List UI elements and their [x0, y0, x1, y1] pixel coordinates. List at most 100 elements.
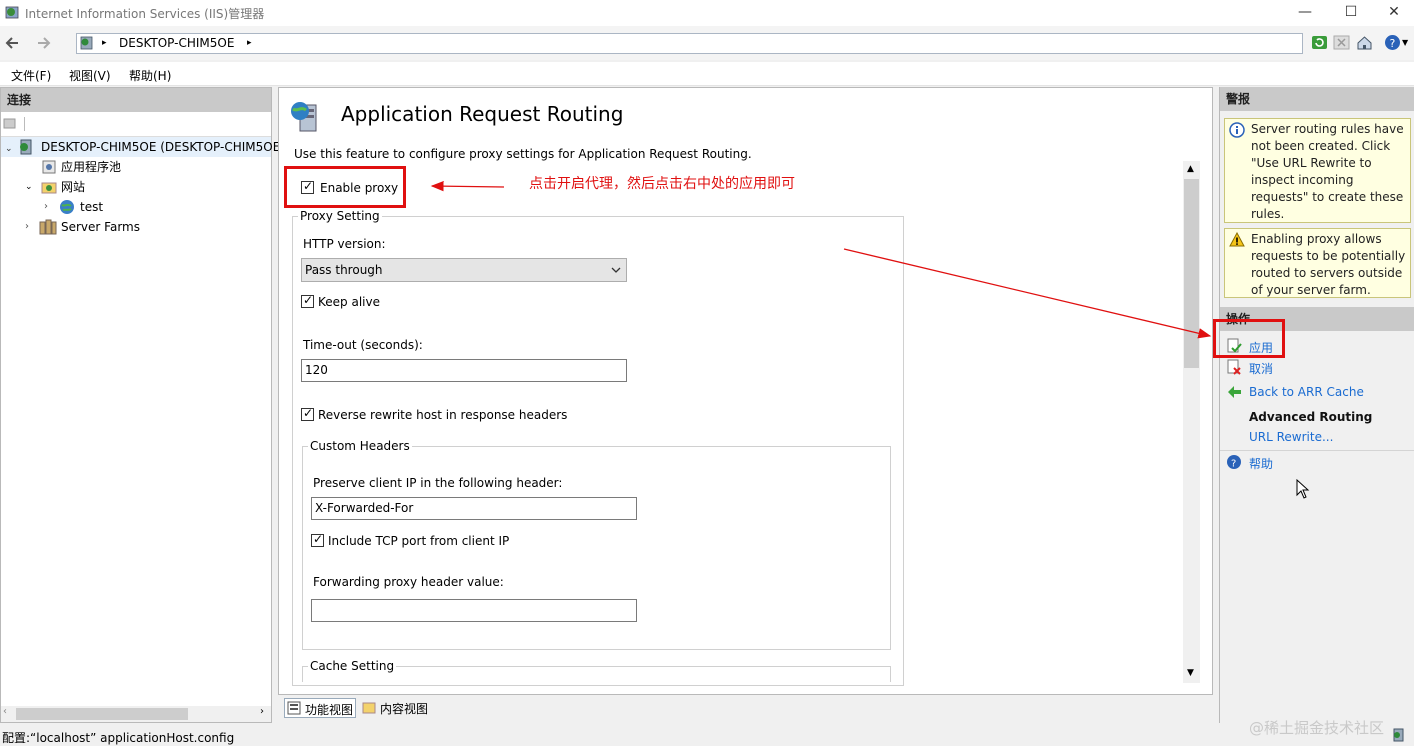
http-version-label: HTTP version: [303, 237, 386, 251]
stop-icon[interactable] [1333, 34, 1350, 51]
help-action[interactable]: 帮助 [1249, 455, 1273, 472]
timeout-input[interactable]: 120 [301, 359, 627, 382]
back-to-arr-cache-action[interactable]: Back to ARR Cache [1249, 385, 1364, 399]
help-icon[interactable]: ? [1226, 454, 1242, 470]
reverse-rewrite-label[interactable]: Reverse rewrite host in response headers [318, 408, 567, 422]
content-view-icon [362, 702, 376, 714]
cancel-action[interactable]: 取消 [1249, 360, 1273, 377]
back-button[interactable] [2, 32, 24, 54]
forwarding-header-label: Forwarding proxy header value: [313, 575, 504, 589]
expand-icon[interactable]: › [44, 197, 48, 217]
sites-folder-icon [41, 182, 57, 194]
tree-item-server[interactable]: ⌄ DESKTOP-CHIM5OE (DESKTOP-CHIM5OE\ [1, 137, 284, 157]
advanced-routing-heading: Advanced Routing [1249, 410, 1373, 424]
svg-text:?: ? [1390, 37, 1396, 50]
back-arrow-green-icon[interactable] [1226, 384, 1242, 400]
info-icon [1229, 122, 1245, 138]
menu-bar [0, 62, 1414, 86]
scroll-left-icon[interactable]: ‹ [3, 706, 7, 717]
menu-help[interactable]: 帮助(H) [129, 67, 171, 84]
breadcrumb-separator: ▸ [102, 38, 107, 48]
tree-item-label: 网站 [61, 180, 86, 194]
watermark: @稀土掘金技术社区 [1249, 719, 1385, 737]
server-icon [20, 139, 32, 155]
connections-tree: ⌄ DESKTOP-CHIM5OE (DESKTOP-CHIM5OE\ 应用程序… [1, 137, 284, 237]
svg-text:?: ? [1231, 459, 1236, 470]
help-icon[interactable]: ? [1384, 34, 1401, 51]
mouse-cursor-icon [1296, 479, 1310, 499]
breadcrumb-path[interactable]: DESKTOP-CHIM5OE [119, 36, 234, 50]
alerts-header: 警报 [1220, 87, 1414, 111]
annotation-box-apply [1213, 319, 1285, 358]
menu-view[interactable]: 视图(V) [69, 67, 111, 84]
back-arrow-icon [5, 37, 18, 49]
connections-panel: 连接 ⌄ DESKTOP-CHIM5OE (DESKTOP-CHIM5OE\ 应… [0, 87, 284, 723]
scroll-right-icon[interactable]: › [260, 706, 264, 717]
routing-rules-alert: Server routing rules have not been creat… [1224, 118, 1411, 223]
scroll-up-icon[interactable]: ▲ [1187, 164, 1194, 174]
keep-alive-checkbox[interactable] [301, 293, 314, 308]
tree-item-label: DESKTOP-CHIM5OE (DESKTOP-CHIM5OE\ [41, 140, 285, 154]
forward-button[interactable] [32, 32, 54, 54]
chevron-down-icon [611, 267, 621, 273]
window-title: Internet Information Services (IIS)管理器 [25, 7, 265, 21]
scroll-down-icon[interactable]: ▼ [1187, 668, 1194, 678]
collapse-icon[interactable]: ⌄ [25, 177, 33, 197]
tree-item-app-pools[interactable]: 应用程序池 [1, 157, 271, 177]
cache-setting-legend: Cache Setting [308, 659, 397, 673]
features-view-icon [287, 701, 301, 715]
include-tcp-port-checkbox[interactable] [311, 532, 324, 547]
tree-item-label: test [80, 200, 104, 214]
tab-features-view[interactable]: 功能视图 [284, 698, 356, 718]
app-pool-icon [42, 160, 56, 174]
arr-feature-icon [291, 102, 317, 132]
expand-icon[interactable]: › [25, 217, 29, 237]
status-text: 配置:“localhost” applicationHost.config [2, 731, 235, 745]
page-description: Use this feature to configure proxy sett… [294, 147, 752, 161]
iis-app-icon [5, 6, 19, 19]
forwarding-header-input[interactable] [311, 599, 637, 622]
timeout-label: Time-out (seconds): [303, 338, 423, 352]
globe-icon [60, 200, 74, 214]
status-server-icon [1393, 728, 1404, 742]
http-version-select[interactable]: Pass through [301, 258, 627, 282]
tree-item-server-farms[interactable]: › Server Farms [1, 217, 271, 237]
address-box[interactable] [76, 33, 1303, 54]
breadcrumb-separator-end: ▸ [247, 38, 252, 48]
server-icon [80, 36, 93, 50]
maximize-button[interactable]: ☐ [1328, 0, 1374, 26]
connections-header: 连接 [1, 88, 271, 112]
warning-icon [1229, 232, 1245, 247]
home-icon[interactable] [1356, 34, 1373, 51]
connect-icon[interactable] [3, 116, 17, 130]
tree-item-sites[interactable]: ⌄ 网站 [1, 177, 271, 197]
url-rewrite-action[interactable]: URL Rewrite... [1249, 430, 1333, 444]
alert-text: Enabling proxy allows requests to be pot… [1251, 232, 1406, 297]
tab-features-view-label: 功能视图 [305, 703, 354, 717]
refresh-icon[interactable] [1311, 34, 1328, 51]
proxy-setting-legend: Proxy Setting [298, 209, 382, 223]
reverse-rewrite-checkbox[interactable] [301, 406, 314, 421]
annotation-text: 点击开启代理，然后点击右中处的应用即可 [529, 176, 795, 192]
http-version-value: Pass through [305, 263, 383, 277]
server-farms-icon [39, 219, 57, 235]
page-title: Application Request Routing [341, 102, 624, 126]
feature-vscroll-thumb[interactable] [1184, 179, 1199, 368]
tree-item-label: Server Farms [61, 220, 140, 234]
alert-text: Server routing rules have not been creat… [1251, 122, 1404, 221]
preserve-ip-label: Preserve client IP in the following head… [313, 476, 563, 490]
help-dropdown-icon[interactable]: ▼ [1402, 38, 1408, 47]
minimize-button[interactable]: — [1282, 0, 1328, 26]
tree-item-label: 应用程序池 [61, 160, 122, 174]
collapse-icon[interactable]: ⌄ [5, 144, 13, 154]
menu-file[interactable]: 文件(F) [11, 67, 51, 84]
actions-divider [1220, 450, 1414, 451]
close-button[interactable]: ✕ [1374, 0, 1414, 26]
tree-item-test[interactable]: › test [1, 197, 271, 217]
keep-alive-label[interactable]: Keep alive [318, 295, 380, 309]
preserve-ip-input[interactable]: X-Forwarded-For [311, 497, 637, 520]
cancel-icon[interactable] [1226, 359, 1242, 375]
include-tcp-port-label[interactable]: Include TCP port from client IP [328, 534, 509, 548]
tab-content-view-label: 内容视图 [380, 702, 429, 716]
connections-hscroll-thumb[interactable] [16, 708, 188, 720]
